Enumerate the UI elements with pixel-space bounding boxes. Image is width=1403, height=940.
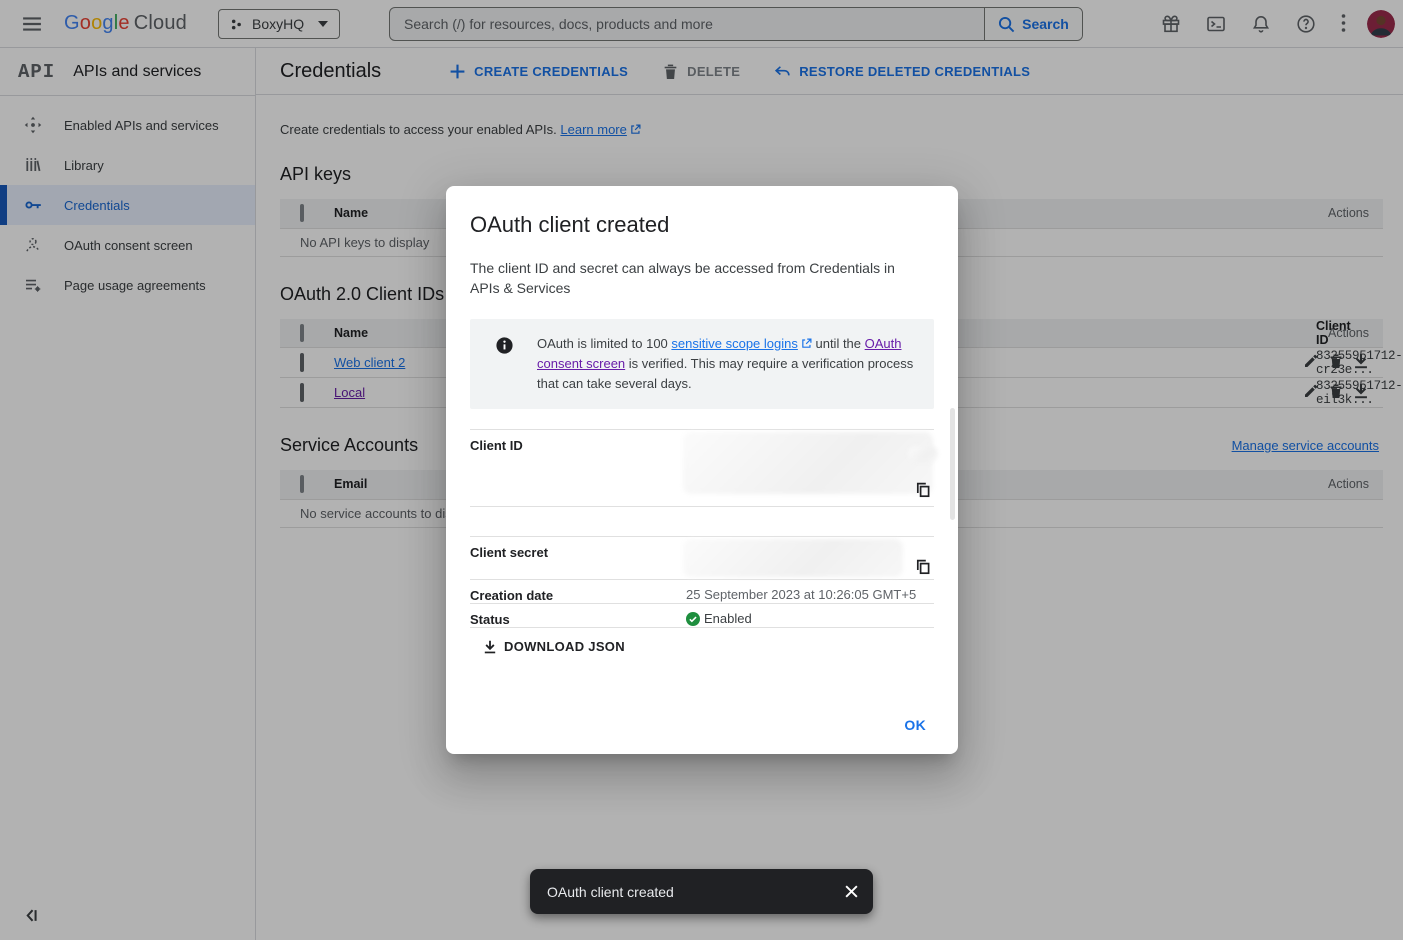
redacted-client-secret	[683, 539, 903, 577]
status-badge: Enabled	[704, 611, 752, 626]
close-icon[interactable]	[844, 884, 859, 899]
download-json-button[interactable]: DOWNLOAD JSON	[483, 639, 625, 654]
sensitive-scope-logins-link[interactable]: sensitive scope logins	[671, 336, 797, 351]
client-id-row: Client ID	[470, 429, 934, 506]
copy-client-id-icon[interactable]	[915, 482, 931, 498]
notice-mid: until the	[812, 336, 865, 351]
notice-text: OAuth is limited to 100 sensitive scope …	[537, 334, 914, 394]
info-icon	[496, 337, 513, 354]
ok-button[interactable]: OK	[896, 711, 934, 739]
client-id-label: Client ID	[470, 436, 686, 506]
toast-message: OAuth client created	[547, 884, 844, 900]
app-window: GoogleCloud BoxyHQ Search	[0, 0, 1403, 940]
check-circle-icon	[686, 612, 700, 626]
status-row: Status Enabled	[470, 603, 934, 627]
download-json-label: DOWNLOAD JSON	[504, 639, 625, 654]
creation-date-label: Creation date	[470, 586, 686, 603]
dialog-subtitle: The client ID and secret can always be a…	[470, 258, 915, 298]
copy-client-secret-icon[interactable]	[915, 559, 931, 575]
redacted-client-id	[683, 432, 933, 494]
status-label: Status	[470, 610, 686, 627]
client-secret-label: Client secret	[470, 543, 686, 579]
oauth-client-created-dialog: OAuth client created The client ID and s…	[446, 186, 958, 754]
download-icon	[483, 640, 497, 654]
creation-date-value: 25 September 2023 at 10:26:05 GMT+5	[686, 585, 916, 602]
external-link-icon	[801, 335, 812, 346]
notice-pre: OAuth is limited to 100	[537, 336, 671, 351]
dialog-fields: Client ID Client secret Cr	[470, 429, 934, 628]
dialog-scrollbar[interactable]	[950, 408, 955, 520]
client-secret-row: Client secret	[470, 536, 934, 579]
notice-banner: OAuth is limited to 100 sensitive scope …	[470, 319, 934, 409]
toast-notification: OAuth client created	[530, 869, 873, 914]
dialog-title: OAuth client created	[470, 212, 934, 238]
creation-date-row: Creation date 25 September 2023 at 10:26…	[470, 579, 934, 603]
